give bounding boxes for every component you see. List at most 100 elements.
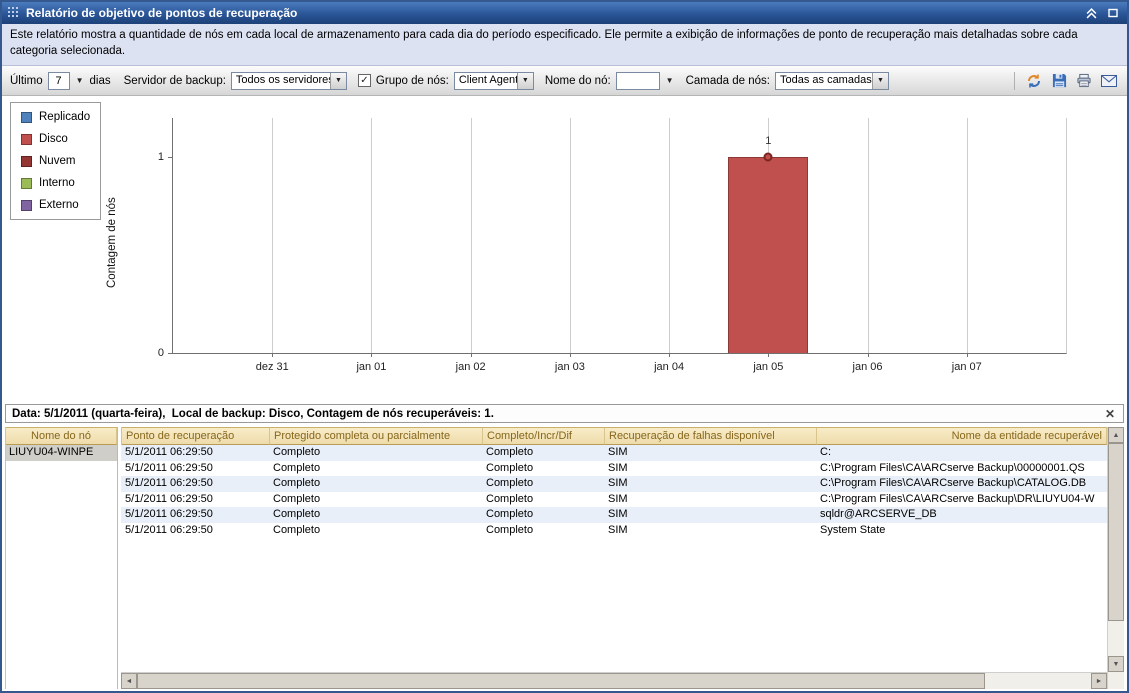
table-row[interactable]: 5/1/2011 06:29:50CompletoCompletoSIMsqld… — [121, 507, 1107, 523]
column-header-recovery-point[interactable]: Ponto de recuperação — [122, 427, 270, 445]
column-header-protected[interactable]: Protegido completa ou parcialmente — [270, 427, 483, 445]
drag-handle-icon[interactable] — [8, 7, 20, 19]
table-header-row: Ponto de recuperação Protegido completa … — [121, 427, 1107, 445]
maximize-icon[interactable] — [1105, 5, 1121, 21]
days-value-box[interactable]: 7 — [48, 72, 70, 90]
y-axis-label: Contagem de nós — [106, 197, 118, 288]
table-cell: Completo — [482, 461, 604, 477]
detail-panel: Data: 5/1/2011 (quarta-feira), Local de … — [2, 404, 1127, 691]
chevron-down-icon[interactable]: ▼ — [517, 73, 533, 89]
scroll-down-icon[interactable]: ▼ — [1108, 656, 1124, 672]
vertical-scrollbar-thumb[interactable] — [1108, 443, 1124, 621]
node-name-cell[interactable]: LIUYU04-WINPE — [6, 445, 117, 461]
node-tier-label: Camada de nós: — [686, 75, 770, 87]
table-cell: System State — [816, 523, 1107, 539]
table-cell: sqldr@ARCSERVE_DB — [816, 507, 1107, 523]
save-button[interactable] — [1049, 71, 1069, 91]
disco-swatch-icon — [21, 134, 32, 145]
horizontal-scrollbar-track[interactable] — [985, 673, 1091, 689]
scroll-up-icon[interactable]: ▲ — [1108, 427, 1124, 443]
node-name-input[interactable] — [616, 72, 660, 90]
table-cell: C:\Program Files\CA\ARCserve Backup\DR\L… — [816, 492, 1107, 508]
vertical-scrollbar[interactable]: ▲ ▼ — [1107, 427, 1124, 689]
interno-swatch-icon — [21, 178, 32, 189]
vertical-scrollbar-track[interactable] — [1108, 621, 1124, 656]
node-column-filler — [6, 461, 117, 689]
gridline — [967, 118, 968, 353]
close-icon[interactable]: ✕ — [1103, 407, 1117, 421]
x-tick-mark — [471, 353, 472, 357]
email-button[interactable] — [1099, 71, 1119, 91]
node-tier-value: Todas as camadas — [776, 73, 872, 89]
externo-swatch-icon — [21, 200, 32, 211]
chevron-down-icon[interactable]: ▼ — [872, 73, 888, 89]
x-tick-label: jan 04 — [654, 361, 684, 373]
x-tick-label: jan 03 — [555, 361, 585, 373]
refresh-button[interactable] — [1024, 71, 1044, 91]
column-header-recoverable-entity[interactable]: Nome da entidade recuperável — [817, 427, 1107, 445]
legend-label: Replicado — [39, 111, 90, 123]
table-row[interactable]: 5/1/2011 06:29:50CompletoCompletoSIMC:\P… — [121, 461, 1107, 477]
x-tick-label: jan 02 — [456, 361, 486, 373]
horizontal-scrollbar-thumb[interactable] — [137, 673, 985, 689]
column-header-dr-available[interactable]: Recuperação de falhas disponível — [605, 427, 817, 445]
table-cell: SIM — [604, 476, 816, 492]
legend-label: Disco — [39, 133, 68, 145]
backup-server-label: Servidor de backup: — [124, 75, 226, 87]
table-cell: Completo — [269, 523, 482, 539]
filter-toolbar: Último 7 ▼ dias Servidor de backup: Todo… — [2, 66, 1127, 96]
detail-body: Nome do nó LIUYU04-WINPE Ponto de recupe… — [5, 427, 1124, 689]
collapse-icon[interactable] — [1083, 5, 1099, 21]
table-cell: 5/1/2011 06:29:50 — [121, 523, 269, 539]
gridline — [868, 118, 869, 353]
table-row[interactable]: 5/1/2011 06:29:50CompletoCompletoSIMC: — [121, 445, 1107, 461]
days-dropdown-icon[interactable]: ▼ — [75, 76, 85, 85]
gridline — [272, 118, 273, 353]
gridline — [371, 118, 372, 353]
y-tick-mark — [168, 353, 173, 354]
scroll-left-icon[interactable]: ◄ — [121, 673, 137, 689]
table-cell: 5/1/2011 06:29:50 — [121, 445, 269, 461]
node-group-label: Grupo de nós: — [376, 75, 449, 87]
table-cell: SIM — [604, 461, 816, 477]
node-group-checkbox[interactable]: ✓ — [358, 74, 371, 87]
page-title: Relatório de objetivo de pontos de recup… — [26, 6, 297, 20]
node-name-dropdown-icon[interactable]: ▼ — [665, 76, 675, 85]
backup-server-select[interactable]: Todos os servidores ▼ — [231, 72, 347, 90]
data-point-marker[interactable] — [764, 153, 773, 162]
x-tick-label: jan 01 — [356, 361, 386, 373]
column-header-full-incr-diff[interactable]: Completo/Incr/Dif — [483, 427, 605, 445]
table-cell: 5/1/2011 06:29:50 — [121, 476, 269, 492]
table-row[interactable]: 5/1/2011 06:29:50CompletoCompletoSIMSyst… — [121, 523, 1107, 539]
legend-item: Nuvem — [21, 155, 90, 167]
x-tick-label: jan 06 — [853, 361, 883, 373]
nuvem-swatch-icon — [21, 156, 32, 167]
table-cell: Completo — [269, 476, 482, 492]
table-cell: C: — [816, 445, 1107, 461]
print-button[interactable] — [1074, 71, 1094, 91]
table-cell: Completo — [482, 507, 604, 523]
replicado-swatch-icon — [21, 112, 32, 123]
table-row[interactable]: 5/1/2011 06:29:50CompletoCompletoSIMC:\P… — [121, 476, 1107, 492]
y-tick-label: 1 — [158, 151, 164, 163]
report-description: Este relatório mostra a quantidade de nó… — [2, 24, 1127, 66]
gridline — [471, 118, 472, 353]
table-row[interactable]: 5/1/2011 06:29:50CompletoCompletoSIMC:\P… — [121, 492, 1107, 508]
node-tier-select[interactable]: Todas as camadas ▼ — [775, 72, 889, 90]
x-tick-label: jan 05 — [753, 361, 783, 373]
days-label: dias — [90, 75, 111, 87]
table-cell: Completo — [482, 492, 604, 508]
horizontal-scrollbar[interactable]: ◄ ► — [121, 672, 1107, 689]
node-column-header[interactable]: Nome do nó — [6, 427, 117, 445]
x-tick-mark — [570, 353, 571, 357]
table-cell: 5/1/2011 06:29:50 — [121, 492, 269, 508]
node-group-select[interactable]: Client Agent ▼ — [454, 72, 534, 90]
chevron-down-icon[interactable]: ▼ — [330, 73, 346, 89]
legend-item: Replicado — [21, 111, 90, 123]
legend-item: Interno — [21, 177, 90, 189]
titlebar: Relatório de objetivo de pontos de recup… — [2, 2, 1127, 24]
table-cell: SIM — [604, 445, 816, 461]
scroll-right-icon[interactable]: ► — [1091, 673, 1107, 689]
chart-bar[interactable] — [728, 157, 808, 353]
table-cell: Completo — [482, 476, 604, 492]
